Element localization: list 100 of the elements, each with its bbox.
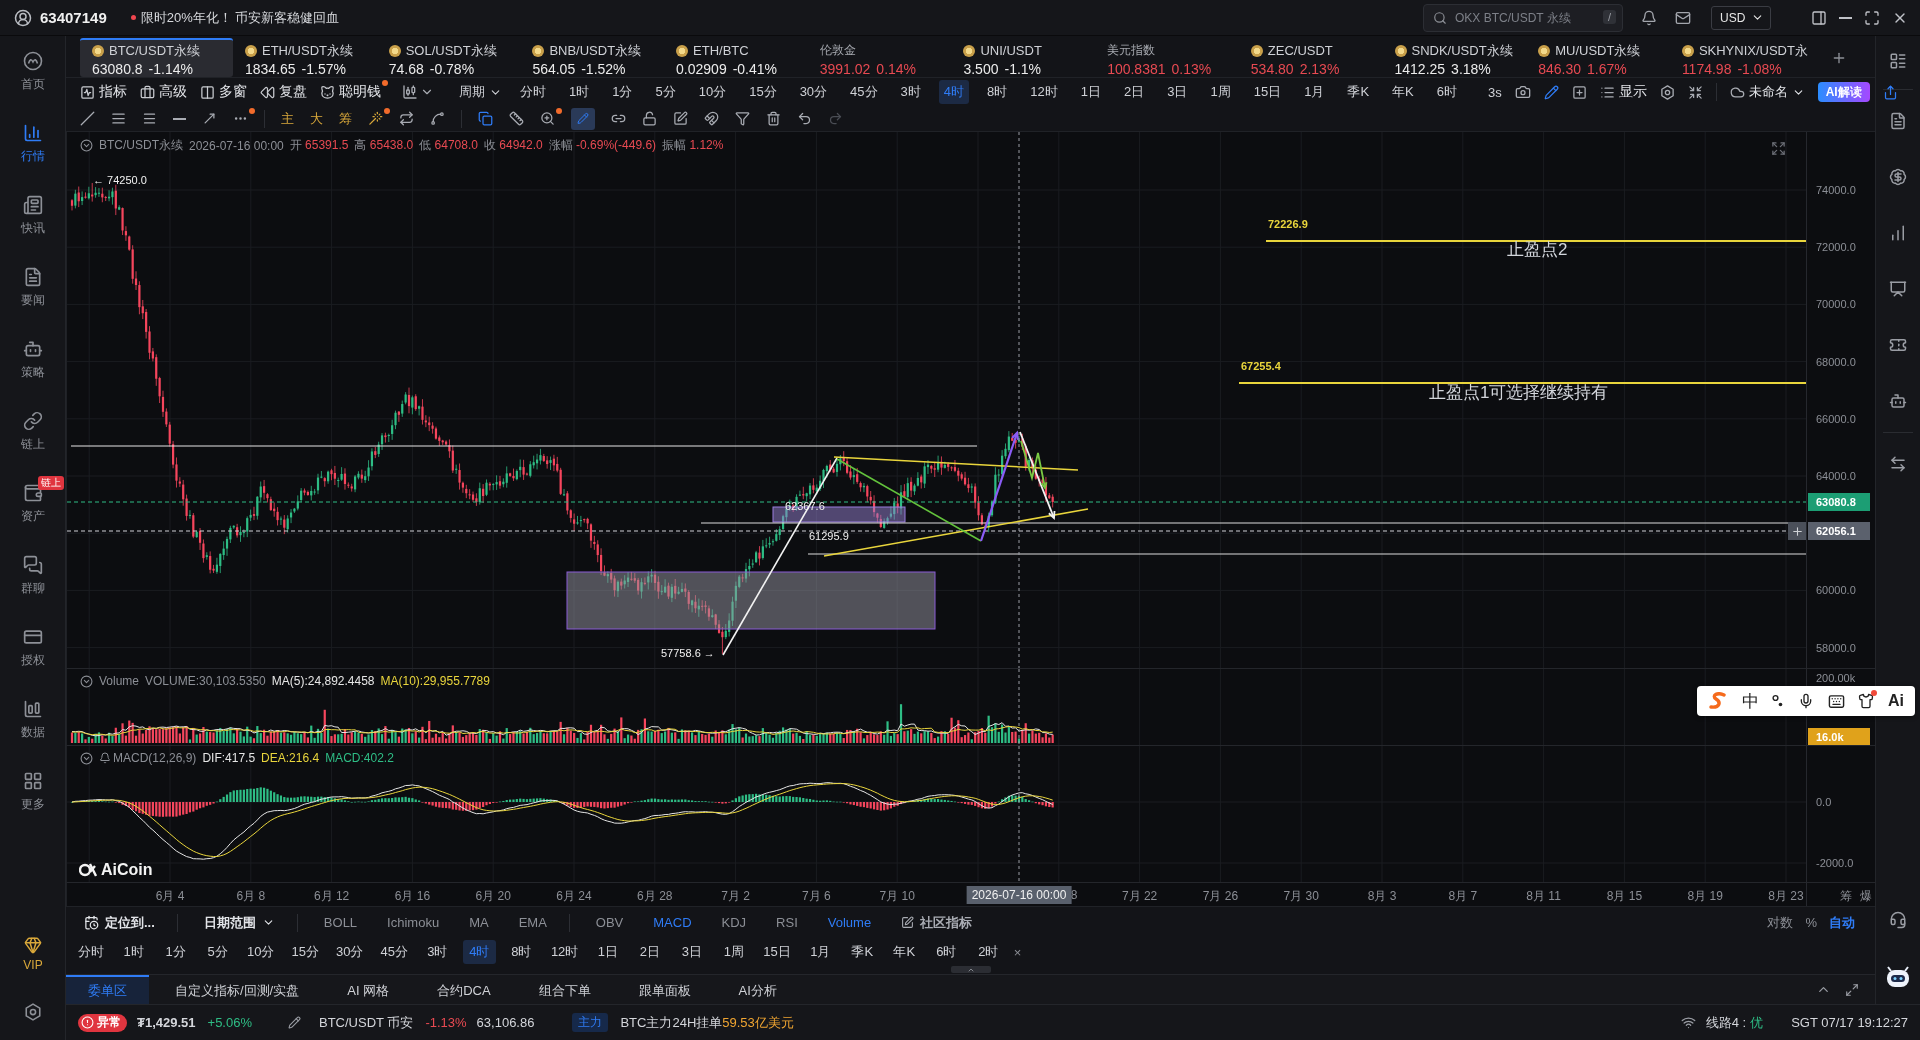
ray-tool[interactable] (202, 111, 217, 126)
indicator-toggle[interactable]: EMA (518, 915, 547, 930)
period-tab[interactable]: 1时 (117, 940, 150, 964)
period-tab[interactable]: 15分 (744, 80, 782, 104)
sidebar-item[interactable]: 快讯 (0, 180, 66, 252)
promo-link[interactable]: 限时20%年化！ 币安新客稳健回血 (140, 8, 340, 27)
channel-tool[interactable] (111, 111, 126, 126)
period-tab[interactable]: 2时 (971, 940, 1005, 964)
period-tab[interactable]: 1日 (591, 940, 625, 964)
ruler-tool[interactable] (509, 111, 524, 126)
close-button[interactable]: × (1013, 944, 1022, 960)
pen-tool[interactable] (571, 107, 595, 130)
smart-money-button[interactable]: 聪明钱 (320, 83, 381, 101)
magnet-tool[interactable] (704, 111, 719, 126)
indicators-button[interactable]: 指标 (80, 83, 127, 101)
add-alert-button[interactable] (1788, 522, 1806, 540)
period-tab[interactable]: 季K (1342, 80, 1375, 104)
multi-window-button[interactable]: 多窗 (200, 83, 247, 101)
expand-button[interactable] (1771, 141, 1786, 156)
period-tab[interactable]: 1周 (717, 940, 751, 964)
robot-icon[interactable] (1889, 392, 1907, 410)
line-tool[interactable] (80, 111, 95, 126)
pencil-icon[interactable] (288, 1016, 301, 1029)
indicator-toggle[interactable]: MACD (653, 915, 692, 930)
sidebar-item[interactable]: 授权 (0, 612, 66, 684)
share-button[interactable] (1882, 84, 1898, 100)
period-tab[interactable]: 30分 (794, 80, 833, 104)
period-tab[interactable]: 3日 (1162, 80, 1193, 104)
indicator-toggle[interactable]: Volume (827, 915, 872, 930)
curve-tool[interactable] (430, 111, 445, 126)
list-icon[interactable] (1889, 52, 1907, 70)
period-tab[interactable]: 15日 (759, 940, 795, 964)
ticker-tab[interactable]: SKHYNIX/USDT永 1174.98 -1.08% (1669, 38, 1814, 77)
bar-chart-icon[interactable] (1889, 224, 1907, 242)
swap-icon[interactable] (1889, 455, 1907, 473)
period-tab[interactable]: 3日 (675, 940, 709, 964)
lines-tool[interactable] (142, 111, 157, 126)
draw-button[interactable] (1543, 84, 1559, 100)
period-tab[interactable]: 1月 (1299, 80, 1330, 104)
panel-tab[interactable]: AI分析 (716, 975, 799, 1004)
collapse-icon[interactable] (80, 139, 93, 152)
period-tab[interactable]: 8时 (504, 940, 538, 964)
dollar-badge-icon[interactable] (1889, 168, 1907, 186)
period-tab[interactable]: 5分 (201, 940, 234, 964)
headset-icon[interactable] (1889, 911, 1907, 929)
axis-tool[interactable]: 爆 (1860, 888, 1872, 905)
period-tab[interactable]: 4时 (938, 80, 970, 104)
delete-tool[interactable] (766, 111, 781, 126)
period-tab[interactable]: 1周 (1205, 80, 1236, 104)
filter-tool[interactable] (735, 111, 750, 126)
period-tab[interactable]: 10分 (693, 80, 732, 104)
locate-button[interactable]: 定位到... (84, 913, 155, 932)
ticker-tab[interactable]: 美元指数 100.8381 0.13% (1095, 38, 1239, 77)
ticker-tab[interactable]: UNI/USDT 3.500 -1.1% (951, 38, 1096, 77)
period-tab[interactable]: 8时 (982, 80, 1013, 104)
edit-tool[interactable] (673, 111, 688, 126)
ticket-icon[interactable] (1889, 336, 1907, 354)
collapse-icon[interactable] (80, 751, 93, 765)
skin-button[interactable] (1858, 693, 1875, 709)
layout-dropdown[interactable]: 未命名 (1729, 83, 1805, 101)
replay-button[interactable]: 复盘 (260, 83, 307, 101)
collapse-handle[interactable] (951, 966, 991, 973)
period-tab[interactable]: 1分 (159, 940, 192, 964)
period-tab[interactable]: 季K (845, 940, 879, 964)
expand-icon[interactable] (1845, 982, 1859, 997)
panel-icon[interactable] (1811, 9, 1827, 26)
period-tab[interactable]: 2日 (633, 940, 667, 964)
chart-mark-tool[interactable]: 筹 (339, 109, 352, 128)
date-range-dropdown[interactable]: 日期范围 (203, 913, 275, 932)
period-tab[interactable]: 1日 (1075, 80, 1106, 104)
chart-mark-tool[interactable]: 大 (310, 109, 323, 128)
punctuation-icon[interactable] (1772, 694, 1785, 708)
screenshot-button[interactable] (1514, 84, 1531, 100)
community-indicators-button[interactable]: 社区指标 (901, 913, 973, 932)
indicator-toggle[interactable]: OBV (595, 915, 624, 930)
keyboard-icon[interactable] (1827, 692, 1845, 710)
ticker-tab[interactable]: SOL/USDT永续 74.68 -0.78% (376, 38, 521, 77)
ticker-tab[interactable]: SNDK/USDT永续 1412.25 3.18% (1382, 38, 1527, 77)
period-tab[interactable]: 分时 (515, 80, 551, 104)
period-tab[interactable]: 年K (1387, 80, 1419, 104)
horizontal-line-tool[interactable] (173, 117, 186, 120)
ime-ai-label[interactable]: Ai (1888, 692, 1905, 710)
advanced-button[interactable]: 高级 (140, 83, 187, 101)
period-tab[interactable]: 1时 (564, 80, 595, 104)
period-tab[interactable]: 10分 (243, 940, 279, 964)
sidebar-item[interactable]: 数据 (0, 684, 66, 756)
shrink-button[interactable] (1687, 84, 1703, 100)
undo-button[interactable] (797, 111, 812, 126)
period-tab[interactable]: 年K (887, 940, 921, 964)
refresh-interval[interactable]: 3s (1487, 84, 1502, 100)
scale-option[interactable]: 对数 (1767, 913, 1794, 932)
period-tab[interactable]: 45分 (376, 940, 412, 964)
period-tab[interactable]: 5分 (650, 80, 681, 104)
ticker-tab[interactable]: BNB/USDT永续 564.05 -1.52% (520, 38, 665, 77)
panel-tab[interactable]: 委单区 (66, 975, 149, 1004)
sidebar-item[interactable]: 要闻 (0, 252, 66, 324)
period-tab[interactable]: 15日 (1248, 80, 1287, 104)
ticker-tab[interactable]: BTC/USDT永续 63080.8 -1.14% (80, 38, 233, 77)
ime-logo-icon[interactable] (1707, 692, 1728, 710)
ticker-tab[interactable]: MU/USDT永续 846.30 1.67% (1526, 38, 1670, 77)
